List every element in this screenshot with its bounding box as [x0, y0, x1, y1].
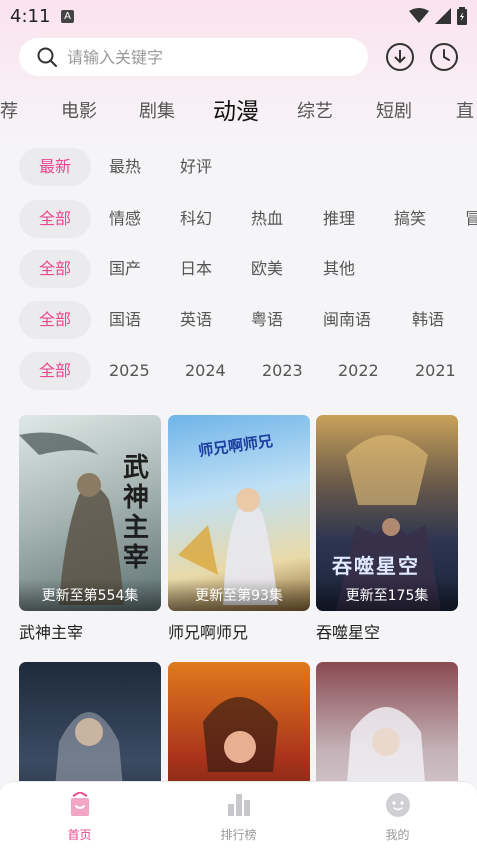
- show-poster: 师兄啊师兄 更新至第93集: [168, 415, 310, 611]
- filter-row-language: 全部 国语 英语 粤语 闽南语 韩语: [0, 301, 477, 339]
- profile-icon: [386, 793, 410, 817]
- category-tab-anime[interactable]: 动漫: [213, 92, 259, 132]
- tab-profile[interactable]: 我的: [318, 782, 477, 848]
- episode-badge: 更新至第93集: [168, 579, 310, 611]
- tab-home[interactable]: 首页: [0, 782, 159, 848]
- signal-icon: [435, 8, 451, 24]
- wifi-icon: [409, 8, 429, 23]
- filter-chip[interactable]: 2022: [338, 352, 379, 390]
- filter-chip[interactable]: 全部: [19, 301, 91, 339]
- filter-row-region: 全部 国产 日本 欧美 其他: [0, 250, 477, 288]
- show-card[interactable]: 武神主宰 更新至第554集 武神主宰: [19, 415, 161, 643]
- filter-chip[interactable]: 2021: [415, 352, 456, 390]
- category-tab-movie[interactable]: 电影: [61, 92, 97, 132]
- filter-chip[interactable]: 2024: [185, 352, 226, 390]
- poster-calligraphy: 武神主宰: [123, 453, 150, 573]
- filter-chip[interactable]: 最热: [109, 148, 141, 186]
- filter-row-sort: 最新 最热 好评: [0, 148, 477, 186]
- filter-chip[interactable]: 韩语: [412, 301, 444, 339]
- show-poster: 吞噬星空 更新至175集: [316, 415, 458, 611]
- battery-icon: [457, 7, 467, 25]
- episode-badge: 更新至第554集: [19, 579, 161, 611]
- filter-chip[interactable]: 全部: [19, 352, 91, 390]
- filter-chip[interactable]: 好评: [180, 148, 212, 186]
- show-title: 师兄啊师兄: [168, 623, 249, 642]
- show-title: 武神主宰: [19, 623, 84, 642]
- filter-chip[interactable]: 国产: [109, 250, 141, 288]
- filter-chip[interactable]: 搞笑: [394, 200, 426, 238]
- episode-badge: 更新至175集: [316, 579, 458, 611]
- notification-icon: A: [61, 10, 74, 23]
- home-icon: [71, 792, 89, 816]
- filter-chip[interactable]: 英语: [180, 301, 212, 339]
- tab-label: 我的: [385, 828, 410, 842]
- filter-chip[interactable]: 欧美: [251, 250, 283, 288]
- filter-chip[interactable]: 2023: [262, 352, 303, 390]
- filter-chip[interactable]: 热血: [251, 200, 283, 238]
- search-icon: [37, 47, 57, 67]
- status-bar: 4:11 A: [0, 0, 477, 32]
- filter-row-year: 全部 2025 2024 2023 2022 2021: [0, 352, 477, 390]
- filter-chip[interactable]: 情感: [109, 200, 141, 238]
- download-icon[interactable]: [385, 42, 415, 72]
- category-tab-live[interactable]: 直: [456, 92, 474, 132]
- show-title: 吞噬星空: [316, 623, 381, 642]
- show-card[interactable]: 吞噬星空 更新至175集 吞噬星空: [316, 415, 458, 643]
- filter-chip[interactable]: 最新: [19, 148, 91, 186]
- search-input[interactable]: [67, 47, 327, 67]
- tab-label: 首页: [67, 828, 92, 842]
- filter-chip[interactable]: 2025: [109, 352, 150, 390]
- filter-chip[interactable]: 全部: [19, 250, 91, 288]
- filter-row-genre: 全部 情感 科幻 热血 推理 搞笑 冒: [0, 200, 477, 238]
- tab-ranking[interactable]: 排行榜: [159, 782, 318, 848]
- poster-logo: 吞噬星空: [332, 554, 420, 578]
- status-icons: [409, 7, 467, 25]
- show-poster: 武神主宰 更新至第554集: [19, 415, 161, 611]
- history-icon[interactable]: [429, 42, 459, 72]
- filter-chip[interactable]: 冒: [465, 200, 477, 238]
- filter-chip[interactable]: 其他: [323, 250, 355, 288]
- filter-chip[interactable]: 国语: [109, 301, 141, 339]
- filter-chip[interactable]: 闽南语: [323, 301, 371, 339]
- show-card[interactable]: 师兄啊师兄 更新至第93集 师兄啊师兄: [168, 415, 310, 643]
- filter-chip[interactable]: 全部: [19, 200, 91, 238]
- status-time: 4:11: [10, 6, 51, 27]
- category-tab-short-drama[interactable]: 短剧: [376, 92, 412, 132]
- tab-label: 排行榜: [220, 828, 257, 842]
- filter-chip[interactable]: 日本: [180, 250, 212, 288]
- ranking-icon: [228, 794, 250, 816]
- category-tab-series[interactable]: 剧集: [139, 92, 175, 132]
- filter-chip[interactable]: 科幻: [180, 200, 212, 238]
- filter-chip[interactable]: 推理: [323, 200, 355, 238]
- category-tab-recommend[interactable]: 荐: [0, 92, 18, 132]
- category-tab-variety[interactable]: 综艺: [297, 92, 333, 132]
- search-bar[interactable]: [19, 38, 368, 76]
- bottom-tab-bar: 首页 排行榜 我的: [0, 781, 477, 848]
- filter-chip[interactable]: 粤语: [251, 301, 283, 339]
- category-tabs: 荐 电影 剧集 动漫 综艺 短剧 直: [0, 92, 477, 132]
